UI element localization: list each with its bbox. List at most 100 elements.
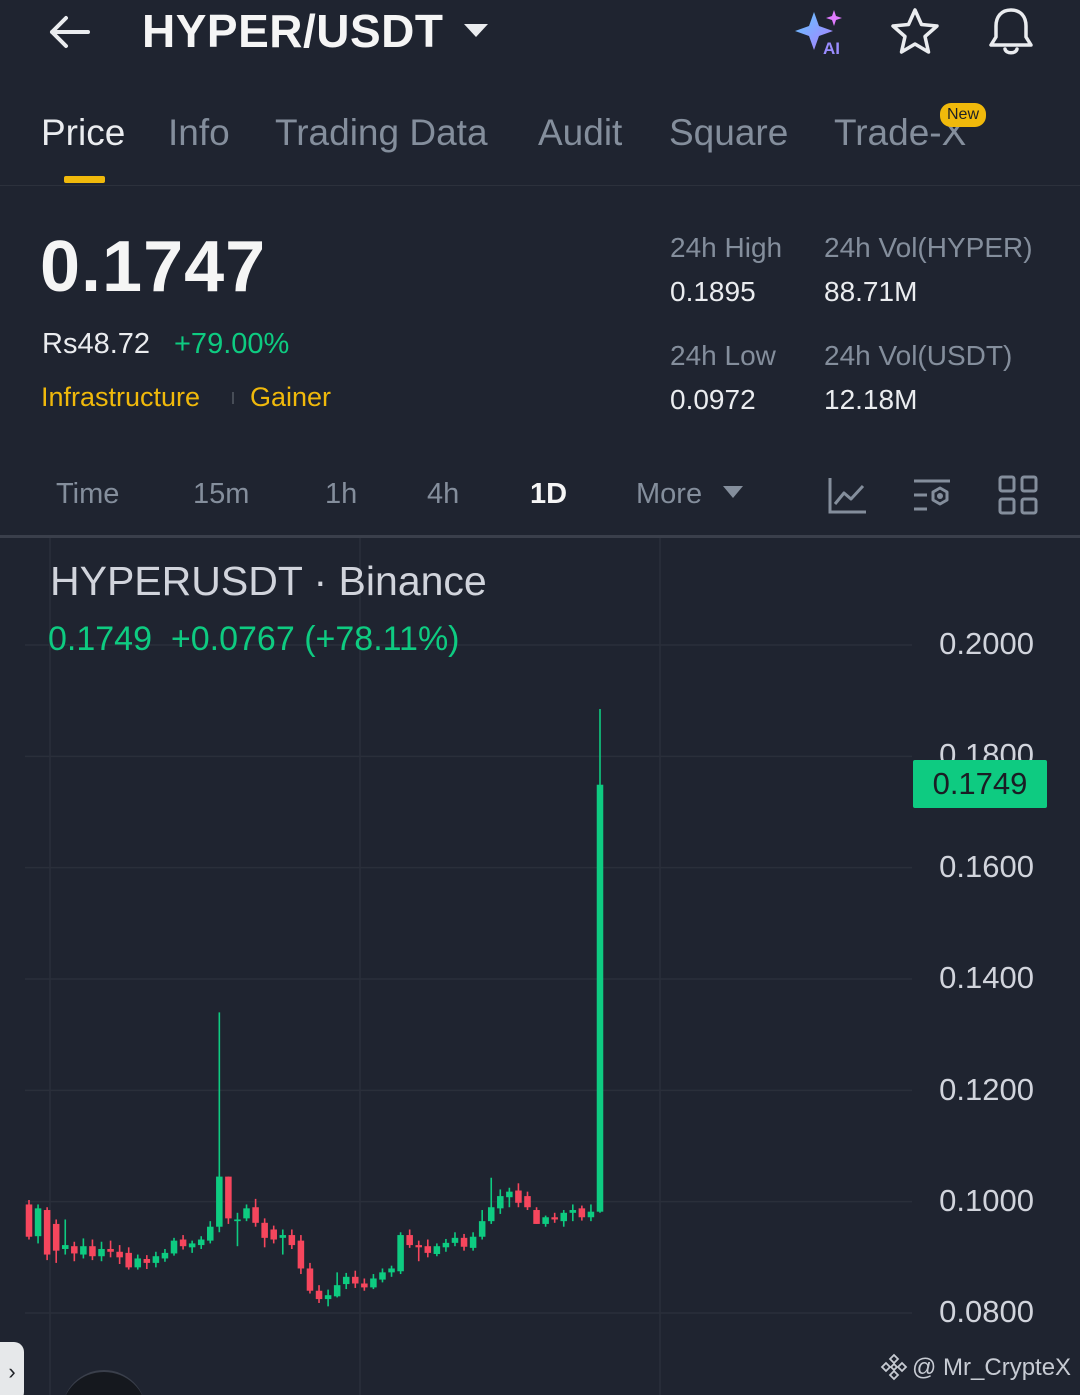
- tab-audit[interactable]: Audit: [538, 112, 622, 154]
- candle[interactable]: [451, 1232, 459, 1247]
- candle[interactable]: [261, 1218, 268, 1248]
- tag-gainer[interactable]: Gainer: [250, 382, 331, 413]
- chevron-down-icon[interactable]: [722, 485, 744, 499]
- candle[interactable]: [252, 1198, 259, 1227]
- candle-body: [533, 1210, 540, 1224]
- candle[interactable]: [52, 1219, 60, 1263]
- candle-body: [451, 1237, 459, 1243]
- candle[interactable]: [89, 1239, 96, 1261]
- grid-layout-icon[interactable]: [997, 474, 1039, 516]
- interval-4h[interactable]: 4h: [427, 478, 459, 511]
- candle-body: [469, 1236, 477, 1248]
- interval-time[interactable]: Time: [56, 478, 119, 511]
- tab-trading-data[interactable]: Trading Data: [275, 112, 488, 154]
- candle[interactable]: [324, 1289, 332, 1307]
- tab-price[interactable]: Price: [41, 112, 125, 154]
- ai-sparkle-icon[interactable]: AI: [792, 8, 848, 56]
- candle[interactable]: [170, 1237, 178, 1256]
- back-arrow-icon[interactable]: [44, 10, 94, 54]
- candle[interactable]: [560, 1210, 568, 1227]
- candle[interactable]: [578, 1205, 586, 1221]
- candle[interactable]: [342, 1272, 350, 1290]
- candle[interactable]: [61, 1219, 69, 1255]
- candle[interactable]: [34, 1204, 42, 1244]
- candle[interactable]: [433, 1243, 441, 1257]
- y-tick: 0.2000: [939, 626, 1034, 661]
- candlestick-chart[interactable]: [0, 538, 1080, 1395]
- candle[interactable]: [216, 1012, 223, 1233]
- candle[interactable]: [306, 1262, 314, 1294]
- candle[interactable]: [397, 1232, 404, 1275]
- candle[interactable]: [333, 1272, 341, 1298]
- vol-quote-label: 24h Vol(USDT): [824, 340, 1013, 371]
- candle[interactable]: [279, 1229, 287, 1255]
- candle[interactable]: [116, 1245, 123, 1265]
- candle[interactable]: [569, 1204, 577, 1222]
- candle[interactable]: [587, 1204, 595, 1222]
- candle[interactable]: [25, 1199, 33, 1240]
- candle[interactable]: [361, 1278, 368, 1291]
- star-icon[interactable]: [888, 6, 942, 58]
- candle[interactable]: [107, 1240, 114, 1258]
- candle[interactable]: [497, 1189, 504, 1214]
- candle[interactable]: [370, 1274, 377, 1290]
- candle-body: [551, 1217, 558, 1220]
- candle[interactable]: [207, 1221, 214, 1244]
- candle[interactable]: [152, 1251, 160, 1268]
- candle[interactable]: [388, 1265, 395, 1277]
- y-tick: 0.1000: [939, 1183, 1034, 1218]
- candle[interactable]: [161, 1248, 169, 1262]
- interval-1d[interactable]: 1D: [530, 478, 567, 511]
- candle[interactable]: [542, 1215, 549, 1227]
- bell-icon[interactable]: [984, 4, 1038, 58]
- side-panel-handle[interactable]: ›: [0, 1342, 24, 1395]
- candle[interactable]: [442, 1238, 450, 1252]
- tag-infrastructure[interactable]: Infrastructure: [41, 382, 200, 413]
- candle[interactable]: [143, 1255, 151, 1270]
- chevron-down-icon[interactable]: [462, 20, 490, 40]
- candle[interactable]: [225, 1176, 232, 1224]
- candle[interactable]: [288, 1229, 296, 1249]
- candle[interactable]: [460, 1233, 468, 1251]
- candle[interactable]: [315, 1285, 323, 1303]
- interval-more[interactable]: More: [636, 478, 702, 511]
- candle[interactable]: [98, 1241, 105, 1262]
- candle[interactable]: [134, 1254, 142, 1270]
- candle[interactable]: [487, 1177, 495, 1224]
- price-chart[interactable]: HYPERUSDT · Binance 0.1749 +0.0767 (+78.…: [0, 538, 1080, 1395]
- svg-text:AI: AI: [823, 39, 840, 56]
- candle[interactable]: [533, 1207, 540, 1224]
- candle[interactable]: [415, 1240, 422, 1262]
- candle[interactable]: [71, 1241, 78, 1262]
- tab-info[interactable]: Info: [168, 112, 230, 154]
- candle[interactable]: [125, 1247, 132, 1270]
- candle[interactable]: [478, 1210, 486, 1240]
- candle[interactable]: [270, 1225, 277, 1244]
- chart-settings-icon[interactable]: [911, 474, 953, 516]
- candle[interactable]: [469, 1232, 477, 1251]
- candle-body: [379, 1272, 386, 1280]
- interval-15m[interactable]: 15m: [193, 478, 249, 511]
- interval-1h[interactable]: 1h: [325, 478, 357, 511]
- tab-square[interactable]: Square: [669, 112, 788, 154]
- candle[interactable]: [43, 1207, 51, 1261]
- pair-title[interactable]: HYPER/USDT: [142, 4, 443, 58]
- candle[interactable]: [406, 1229, 413, 1248]
- candle[interactable]: [515, 1183, 522, 1208]
- candle[interactable]: [352, 1270, 359, 1288]
- candle[interactable]: [197, 1236, 205, 1249]
- candle[interactable]: [424, 1239, 432, 1258]
- candle[interactable]: [179, 1235, 187, 1250]
- candle[interactable]: [551, 1212, 558, 1223]
- indicator-chart-icon[interactable]: [826, 474, 868, 516]
- candle[interactable]: [524, 1191, 531, 1211]
- candle[interactable]: [243, 1204, 250, 1222]
- candle[interactable]: [80, 1238, 87, 1259]
- candle[interactable]: [596, 709, 604, 1213]
- candle[interactable]: [188, 1240, 196, 1253]
- candle[interactable]: [379, 1268, 386, 1283]
- candle[interactable]: [506, 1187, 513, 1208]
- candle[interactable]: [297, 1235, 305, 1275]
- new-badge: New: [940, 103, 987, 127]
- candle[interactable]: [234, 1212, 241, 1247]
